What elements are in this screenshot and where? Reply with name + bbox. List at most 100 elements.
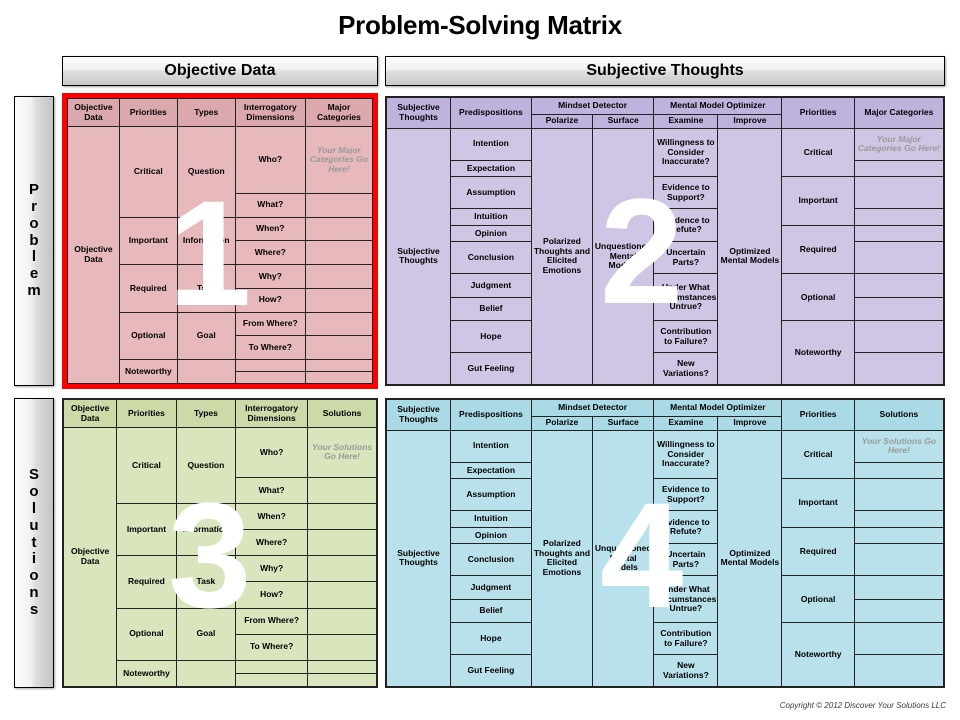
quadrant-2-table: Subjective Thoughts Predispositions Mindse… [385, 97, 945, 386]
cell-entry-blank[interactable] [304, 240, 374, 266]
table-row: Judgment Under What Circumstances Untrue?… [387, 273, 945, 322]
col-header-last: Solutions [853, 399, 945, 431]
cell-entry-blank[interactable] [853, 176, 945, 210]
cell-entry-blank[interactable] [853, 622, 945, 656]
cell-entry-blank[interactable] [307, 633, 377, 661]
cell-polarize-value: Polarized Thoughts and Elicited Emotions [530, 127, 594, 386]
cell-entry-blank[interactable] [304, 335, 374, 361]
cell-placeholder[interactable]: Your Solutions Go Here! [307, 427, 377, 478]
cell-placeholder[interactable]: Your Major Categories Go Here! [853, 127, 945, 161]
cell-improve-value: Optimized Mental Models [717, 429, 783, 688]
cell-entry-blank[interactable] [307, 672, 377, 688]
col-header-predispositions: Predispositions [450, 399, 532, 431]
cell-entry-blank[interactable] [853, 352, 945, 385]
cell-entry-blank[interactable] [853, 241, 945, 275]
cell-entry-blank[interactable] [307, 476, 377, 504]
cell-entry-blank[interactable] [853, 159, 945, 178]
cell-entry-blank[interactable] [853, 273, 945, 298]
col-header-improve: Improve [717, 415, 783, 431]
cell-priority: Required [781, 526, 855, 577]
cell-type: Task [175, 555, 237, 609]
cell-interrogatory-dimension: Why? [235, 555, 309, 583]
row-header-problem-letter: o [29, 214, 39, 232]
cell-entry-blank[interactable] [853, 208, 945, 226]
row-header-solutions: Solutions [14, 398, 54, 688]
cell-priority: Required [116, 555, 177, 609]
col-header-subjective-thoughts: Subjective Thoughts [385, 97, 452, 129]
header-row-top: Subjective Thoughts Predispositions Mindse… [385, 399, 945, 431]
cell-entry-blank[interactable] [853, 598, 945, 624]
row-header-solutions-letter: S [28, 466, 39, 484]
col-header-priorities: Priorities [116, 399, 177, 428]
cell-entry-blank[interactable] [853, 526, 945, 545]
cell-examine-question: Evidence to Refute? [653, 208, 719, 243]
row-header-problem-letter: l [31, 248, 37, 266]
header-row: Objective Data Priorities Types Interrogato… [62, 399, 377, 428]
table-row: Gut Feeling New Variations? [387, 654, 945, 687]
cell-placeholder[interactable]: Your Major Categories Go Here! [304, 126, 374, 194]
col-header-subjective-thoughts: Subjective Thoughts [385, 399, 452, 431]
cell-entry-blank[interactable] [304, 359, 374, 373]
cell-entry-blank[interactable] [853, 296, 945, 322]
cell-entry-blank[interactable] [304, 287, 374, 313]
cell-examine-question: Willingness to Consider Inaccurate? [653, 127, 719, 178]
cell-entry-blank[interactable] [304, 192, 374, 218]
cell-entry-blank[interactable] [853, 461, 945, 480]
cell-improve-value: Optimized Mental Models [717, 127, 783, 386]
cell-priority: Optional [781, 273, 855, 322]
cell-interrogatory-dimension: Where? [234, 240, 306, 266]
table-row: Objective Data Critical Question Who? Your M… [67, 126, 374, 384]
cell-entry-blank[interactable] [307, 555, 377, 583]
table-row: Gut Feeling New Variations? [387, 352, 945, 385]
cell-predisposition: Intention [450, 127, 532, 161]
cell-type: Task [176, 264, 236, 313]
cell-entry-blank[interactable] [307, 607, 377, 635]
cell-entry-blank[interactable] [853, 543, 945, 577]
cell-examine-question: Under What Circumstances Untrue? [653, 273, 719, 322]
row-header-solutions-letter: t [31, 533, 37, 551]
cell-objective-data: Objective Data [62, 427, 118, 687]
col-header-mindset-detector: Mindset Detector [530, 399, 655, 417]
cell-entry-blank[interactable] [853, 224, 945, 243]
cell-placeholder[interactable]: Your Solutions Go Here! [853, 429, 945, 463]
cell-entry-blank[interactable] [853, 575, 945, 600]
cell-entry-blank[interactable] [853, 654, 945, 687]
column-header-subjective-thoughts-label: Subjective Thoughts [586, 62, 744, 79]
cell-entry-blank[interactable] [307, 581, 377, 609]
cell-examine-question: Evidence to Refute? [653, 510, 719, 545]
row-header-problem-letter: b [29, 231, 39, 249]
cell-entry-blank[interactable] [304, 216, 374, 242]
cell-entry-blank[interactable] [853, 478, 945, 512]
cell-priority: Optional [781, 575, 855, 624]
cell-predisposition: Belief [450, 598, 532, 624]
cell-priority: Critical [118, 126, 178, 218]
cell-predisposition: Conclusion [450, 241, 532, 275]
row-header-solutions-letter: u [29, 516, 39, 534]
cell-entry-blank[interactable] [307, 502, 377, 531]
col-header-surface: Surface [592, 415, 655, 431]
cell-priority: Optional [116, 607, 177, 661]
cell-entry-blank[interactable] [304, 264, 374, 289]
row-header-solutions-letter: i [31, 550, 37, 568]
col-header-surface: Surface [592, 113, 655, 129]
cell-predisposition: Gut Feeling [450, 654, 532, 687]
cell-entry-blank[interactable] [307, 659, 377, 674]
cell-entry-blank[interactable] [853, 510, 945, 528]
cell-priority: Important [116, 502, 177, 557]
quadrant-1-problem-objective-data: Objective Data Priorities Types Interrogato… [62, 93, 378, 389]
cell-entry-blank[interactable] [307, 529, 377, 557]
cell-examine-question: Uncertain Parts? [653, 543, 719, 577]
cell-entry-blank[interactable] [304, 311, 374, 337]
cell-entry-blank[interactable] [853, 320, 945, 354]
row-header-problem-letter: e [29, 265, 39, 283]
cell-priority: Important [118, 216, 178, 266]
cell-examine-question: Uncertain Parts? [653, 241, 719, 275]
cell-priority: Noteworthy [118, 359, 178, 384]
cell-type: Information [175, 502, 237, 557]
col-header-types: Types [176, 98, 236, 127]
cell-interrogatory-dimension: How? [235, 581, 309, 609]
cell-entry-blank[interactable] [304, 371, 374, 384]
table-row: Hope Contribution to Failure? Noteworthy [387, 320, 945, 385]
cell-priority: Important [781, 176, 855, 226]
cell-interrogatory-dimension [234, 359, 306, 373]
